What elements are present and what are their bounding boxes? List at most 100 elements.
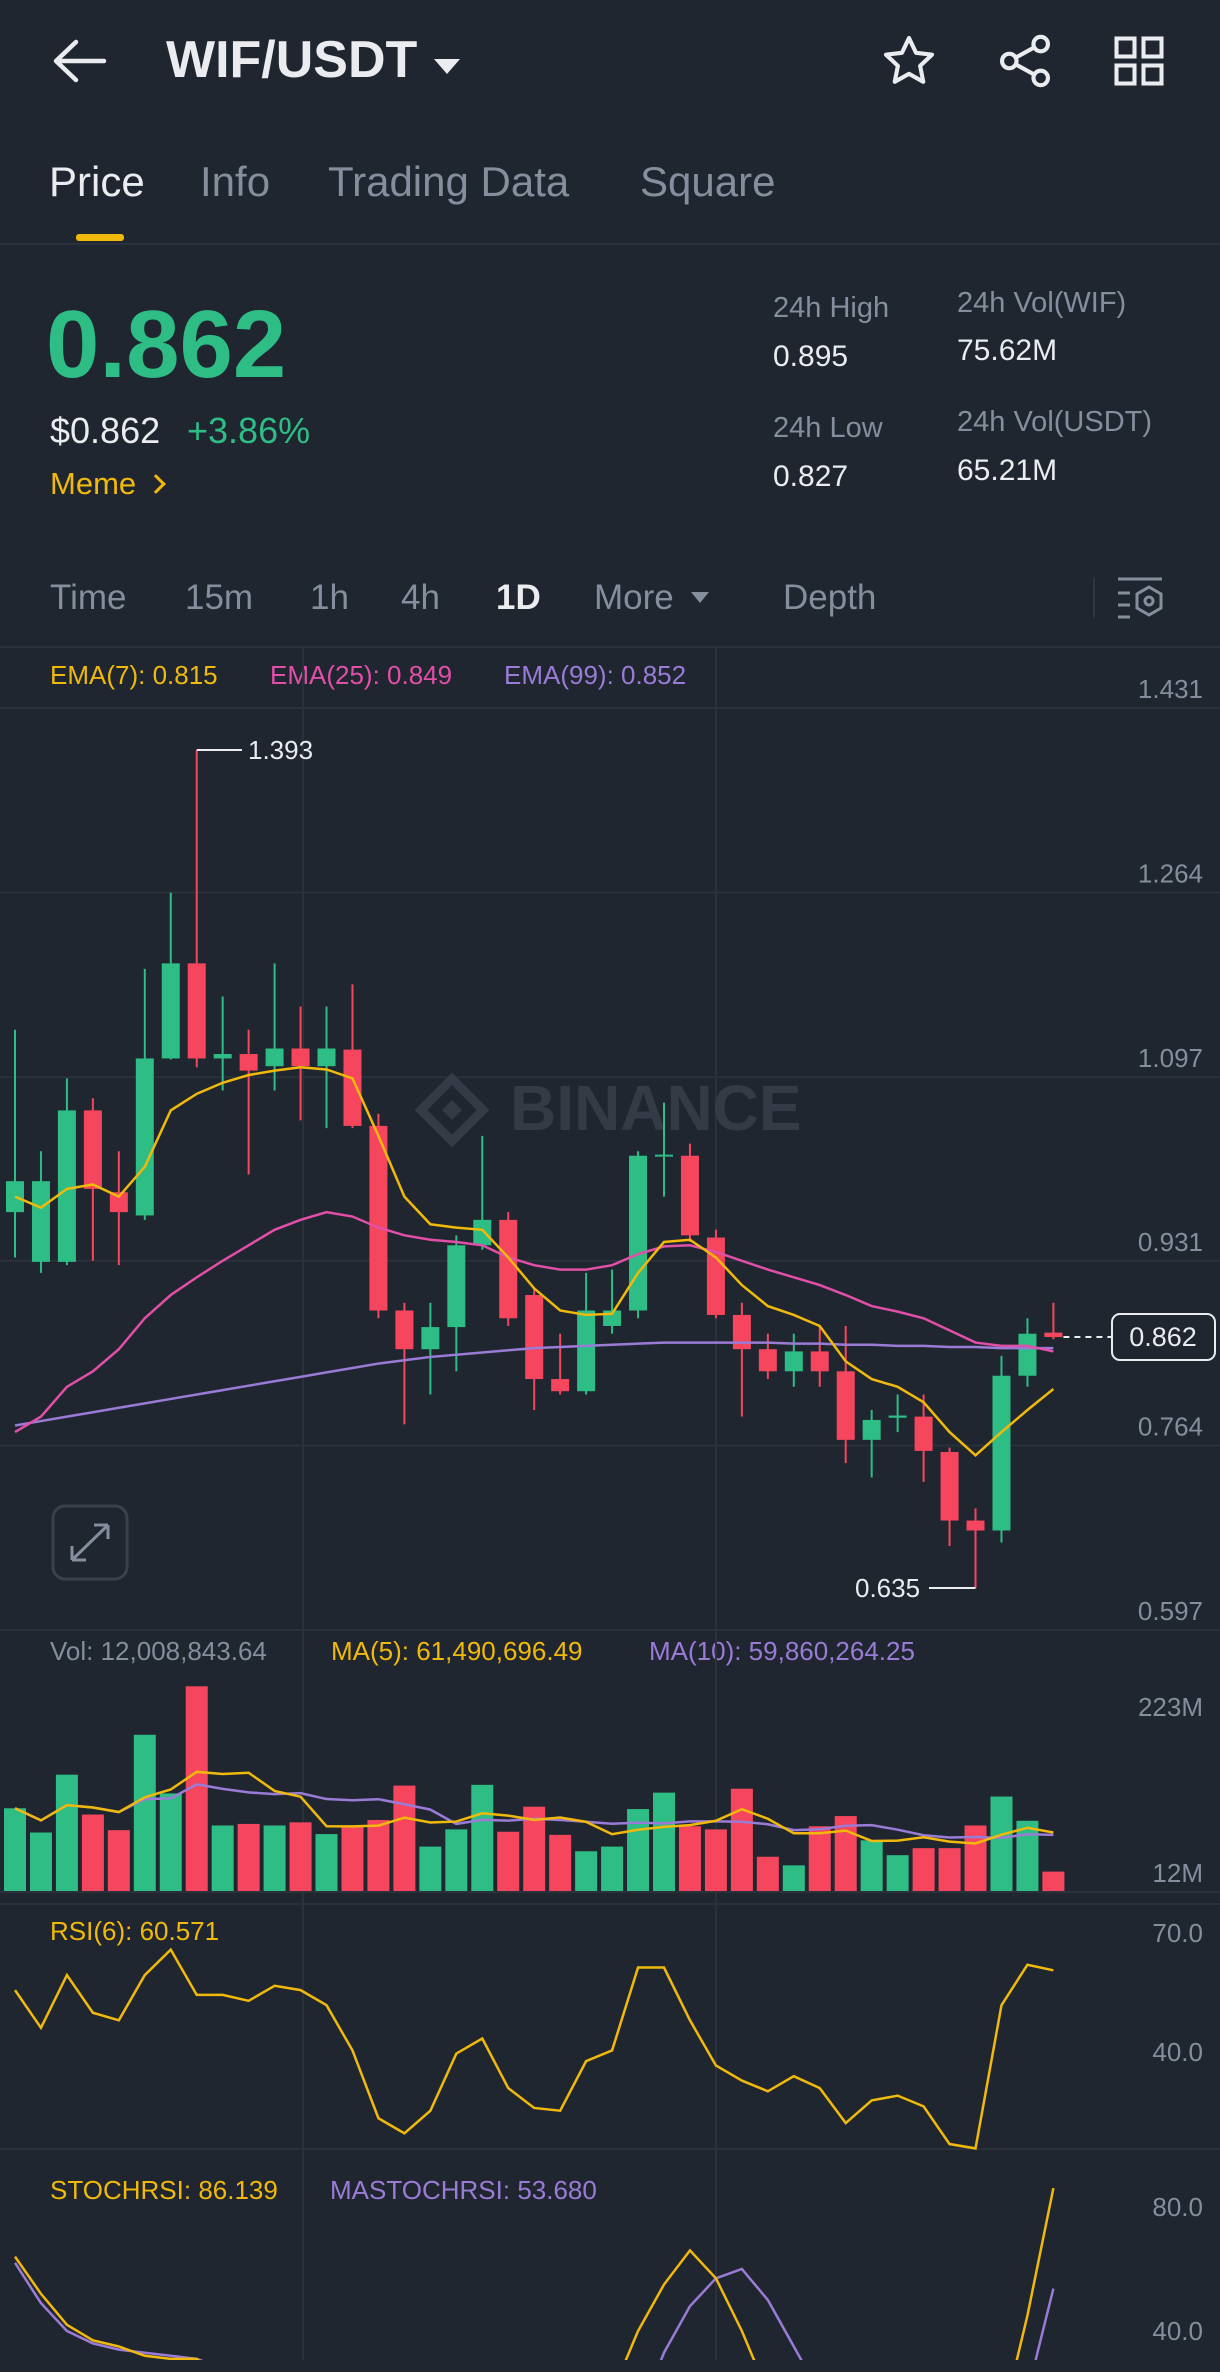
volume-bar — [549, 1834, 572, 1891]
volume-bar — [886, 1855, 909, 1891]
candle-body — [291, 1048, 310, 1067]
volume-bar — [912, 1848, 935, 1891]
stochrsi-axis-label: 80.0 — [1152, 2192, 1203, 2222]
candle-body — [836, 1371, 855, 1440]
volume-bar — [4, 1808, 26, 1891]
candle-body — [187, 963, 206, 1059]
volume-bar — [1042, 1871, 1065, 1891]
expand-icon — [70, 1523, 110, 1562]
candle-body — [499, 1219, 518, 1319]
kline-chart[interactable]: BINANCE 1.431 1.264 1.097 0.931 0.764 0.597 22… — [0, 0, 1220, 2372]
volume-bar — [341, 1826, 364, 1891]
volume-bar — [81, 1814, 104, 1891]
price-axis-label: 0.597 — [1138, 1596, 1203, 1626]
price-axis-label: 0.931 — [1138, 1227, 1203, 1257]
candle-body — [862, 1419, 881, 1440]
volume-bar — [653, 1792, 675, 1891]
candle-body — [966, 1520, 985, 1531]
rsi-line — [13, 1947, 1054, 2150]
candle-body — [57, 1110, 76, 1262]
volume-bar — [107, 1830, 130, 1891]
candle-body — [577, 1310, 596, 1392]
volume-bar — [159, 1793, 182, 1891]
volume-bar — [497, 1831, 520, 1891]
volume-bar — [1016, 1820, 1039, 1891]
expand-chart-button[interactable] — [51, 1504, 129, 1581]
volume-bar — [964, 1825, 987, 1891]
chart-grid — [0, 648, 1220, 2360]
volume-bar — [367, 1820, 390, 1891]
candle-body — [680, 1155, 699, 1236]
candle-body — [758, 1349, 777, 1372]
max-price-label: 1.393 — [248, 735, 313, 765]
candle-body — [447, 1245, 466, 1328]
candle-body — [551, 1379, 570, 1392]
volume-axis-label: 223M — [1138, 1692, 1203, 1722]
price-axis-label: 1.264 — [1138, 859, 1203, 889]
stochrsi-lines — [13, 2187, 1055, 2360]
price-axis-label: 1.097 — [1138, 1043, 1203, 1073]
candle-body — [914, 1416, 933, 1451]
stochrsi-line — [13, 2187, 1055, 2360]
candle-body — [1044, 1332, 1063, 1338]
candle-body — [888, 1415, 907, 1418]
candle-body — [395, 1310, 414, 1350]
candle-body — [161, 963, 180, 1059]
min-price-label: 0.635 — [855, 1573, 920, 1603]
volume-bar — [445, 1829, 468, 1891]
volume-bar — [393, 1785, 416, 1891]
stochrsi-axis-label: 40.0 — [1152, 2316, 1203, 2346]
volume-bar — [601, 1846, 624, 1891]
candle-body — [784, 1351, 803, 1372]
volume-bar — [419, 1846, 442, 1891]
binance-logo-icon — [414, 1072, 490, 1148]
volume-axis-label: 12M — [1152, 1858, 1203, 1888]
candle-body — [940, 1452, 959, 1521]
candle-body — [239, 1054, 258, 1071]
candles — [6, 750, 1063, 1588]
candle-body — [732, 1314, 751, 1350]
candle-body — [1018, 1333, 1037, 1376]
price-axis-label: 0.764 — [1138, 1411, 1203, 1441]
volume-bar — [575, 1851, 598, 1891]
candle-body — [343, 1049, 362, 1126]
current-price-label: 0.862 — [1129, 1322, 1197, 1352]
volume-bar — [471, 1784, 494, 1891]
candle-body — [317, 1048, 336, 1067]
volume-bar — [704, 1829, 727, 1891]
volume-bar — [756, 1856, 779, 1891]
volume-bar — [808, 1826, 831, 1891]
candle-body — [525, 1295, 544, 1380]
volume-bar — [289, 1822, 312, 1891]
rsi-axis-label: 40.0 — [1152, 2037, 1203, 2067]
candle-body — [135, 1058, 154, 1216]
volume-bar — [133, 1734, 156, 1891]
candle-body — [213, 1054, 232, 1059]
volume-bar — [782, 1865, 805, 1891]
candle-body — [31, 1181, 50, 1262]
volume-bar — [938, 1848, 961, 1891]
candle-body — [810, 1351, 829, 1372]
volume-bar — [315, 1834, 338, 1891]
volume-bar — [730, 1788, 753, 1891]
candle-body — [265, 1048, 284, 1067]
volume-bar — [627, 1809, 650, 1891]
candle-body — [473, 1219, 492, 1246]
volume-bar — [990, 1796, 1013, 1891]
volume-bar — [263, 1825, 286, 1891]
candle-body — [655, 1154, 673, 1157]
volume-bar — [211, 1825, 234, 1891]
binance-watermark: BINANCE — [510, 1072, 802, 1144]
candle-body — [83, 1110, 102, 1189]
volume-bar — [678, 1826, 701, 1891]
candle-body — [992, 1375, 1011, 1531]
volume-bar — [237, 1823, 260, 1891]
rsi-axis-label: 70.0 — [1152, 1918, 1203, 1948]
volume-bar — [29, 1832, 52, 1891]
mastochrsi-line — [13, 2262, 1055, 2360]
volume-bar — [55, 1774, 78, 1891]
volume-bar — [860, 1840, 883, 1891]
candle-body — [629, 1155, 648, 1311]
candle-body — [421, 1327, 440, 1350]
price-axis-label: 1.431 — [1138, 674, 1203, 704]
